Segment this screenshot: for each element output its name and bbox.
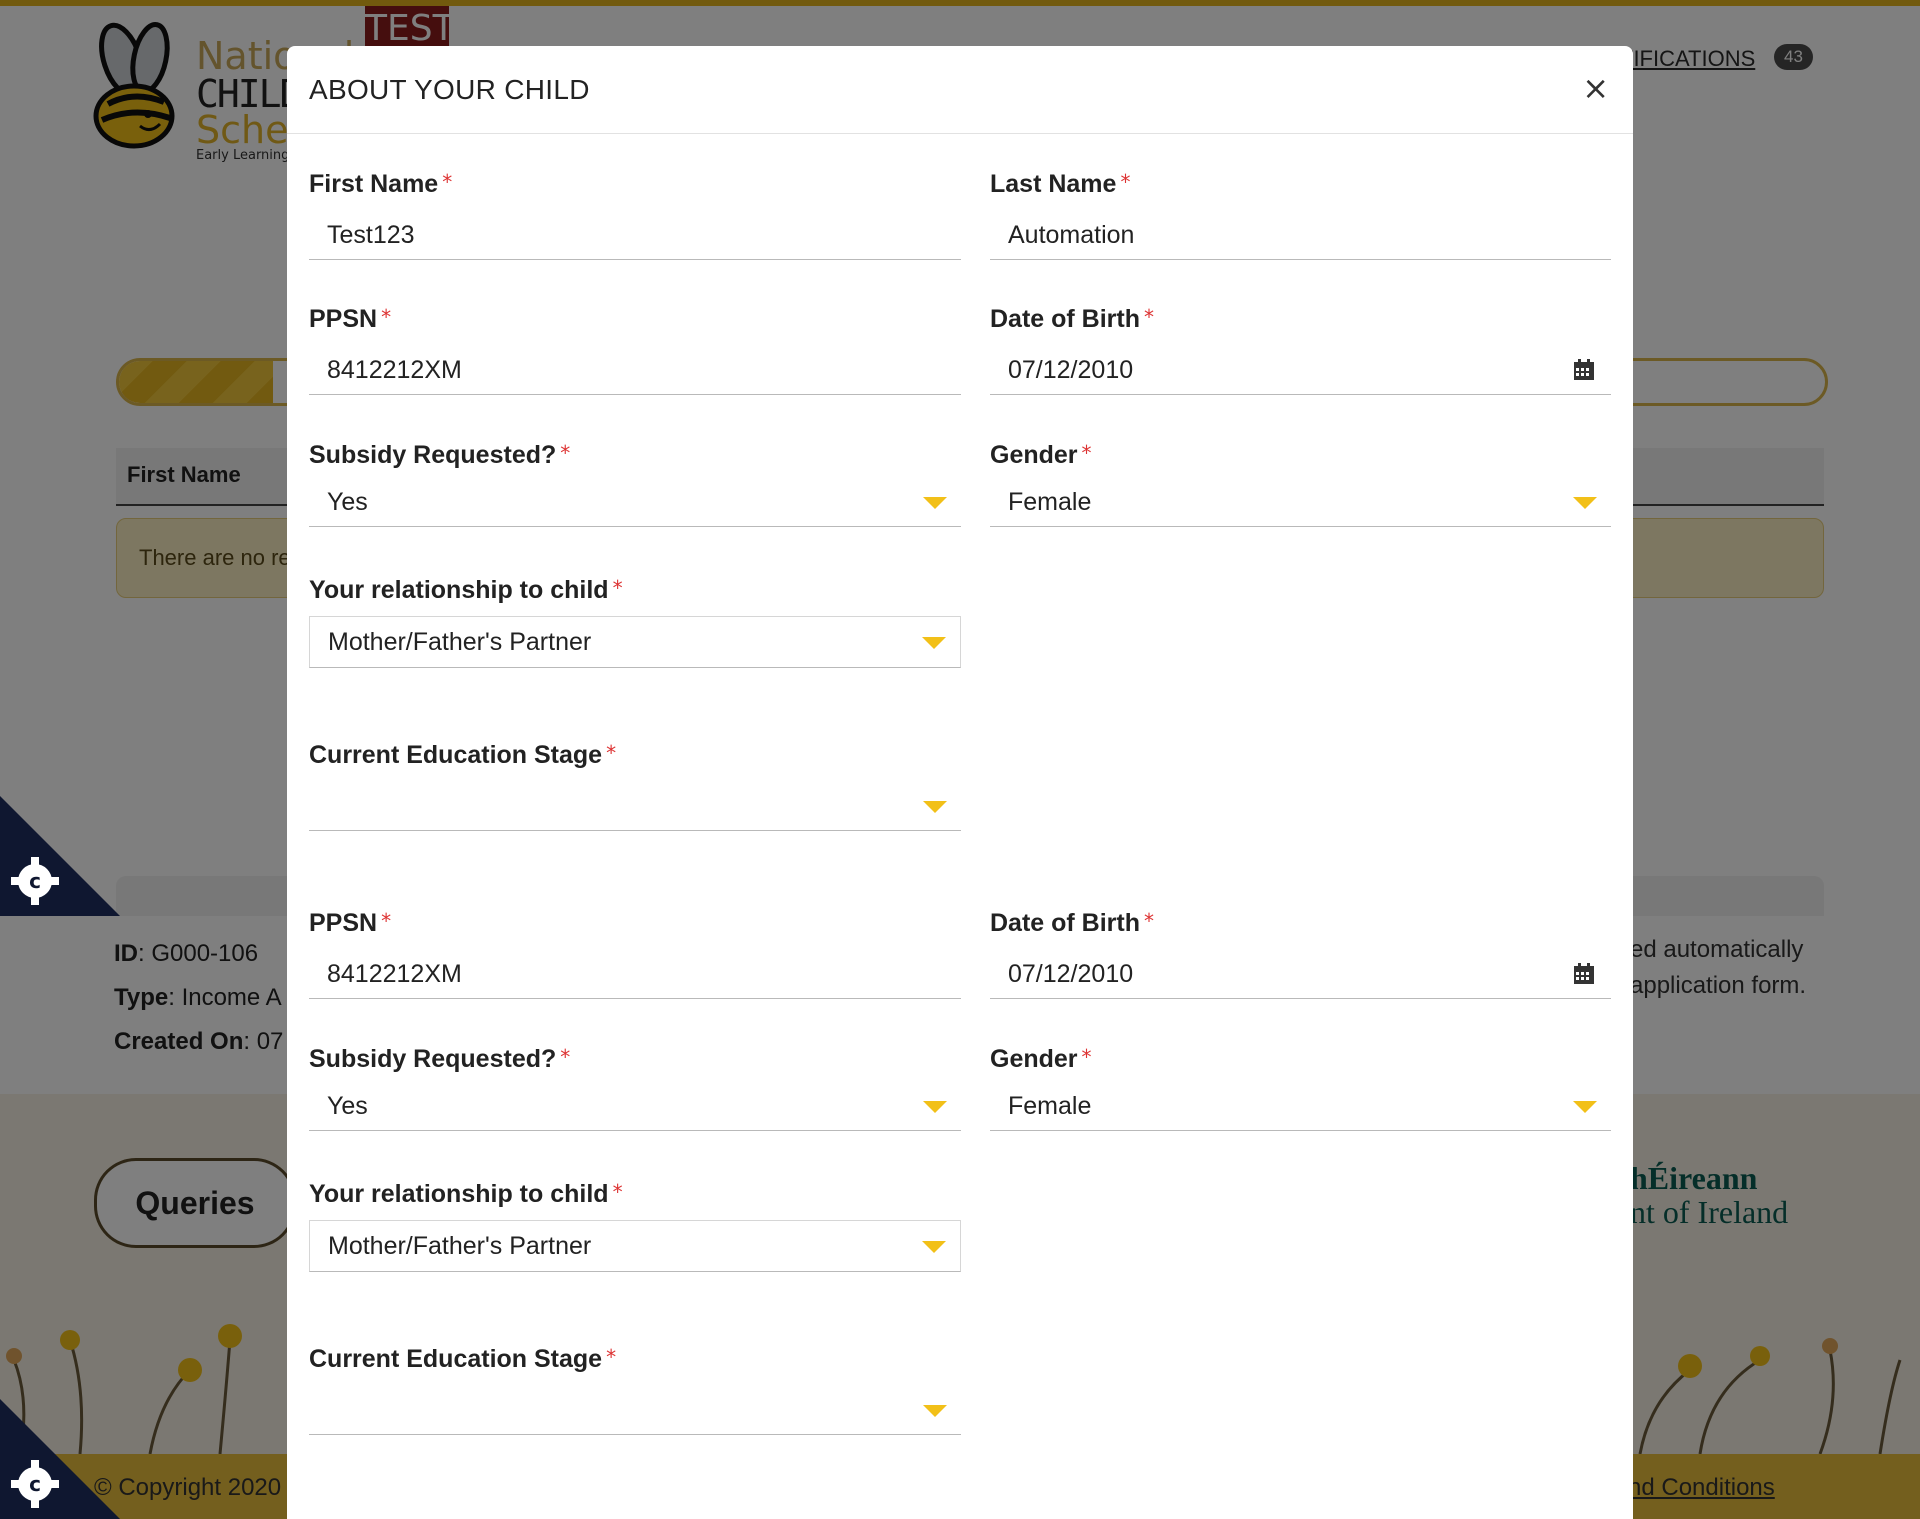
relationship-field: Your relationship to child * Mother/Fathe… xyxy=(309,576,961,668)
chevron-down-icon xyxy=(923,497,947,509)
ppsn-field: PPSN * 8412212XM xyxy=(309,305,961,395)
education-stage-field-2: Current Education Stage * xyxy=(309,1345,961,1435)
calendar-icon[interactable] xyxy=(1573,359,1595,381)
chevron-down-icon xyxy=(923,1101,947,1113)
close-icon[interactable]: × xyxy=(1582,68,1609,108)
ppsn-input-2[interactable]: 8412212XM xyxy=(309,949,961,999)
cookie-settings-button[interactable]: c xyxy=(0,796,120,916)
svg-text:c: c xyxy=(29,1472,41,1496)
date-of-birth-field: Date of Birth * 07/12/2010 xyxy=(990,305,1611,395)
date-of-birth-field-2: Date of Birth * 07/12/2010 xyxy=(990,909,1611,999)
modal-title: ABOUT YOUR CHILD xyxy=(309,74,590,105)
first-name-field: First Name * Test123 xyxy=(309,170,961,260)
relationship-select[interactable]: Mother/Father's Partner xyxy=(309,616,961,668)
chevron-down-icon xyxy=(1573,497,1597,509)
gender-field-2: Gender * Female xyxy=(990,1045,1611,1131)
subsidy-requested-field: Subsidy Requested? * Yes xyxy=(309,441,961,527)
modal-header: ABOUT YOUR CHILD × xyxy=(287,46,1633,134)
gender-select-2[interactable]: Female xyxy=(990,1081,1611,1131)
about-your-child-modal: ABOUT YOUR CHILD × First Name * Test123 L… xyxy=(287,46,1633,1519)
cookie-settings-button-2[interactable]: c xyxy=(0,1399,120,1519)
chevron-down-icon xyxy=(1573,1101,1597,1113)
date-of-birth-input-2[interactable]: 07/12/2010 xyxy=(990,949,1611,999)
chevron-down-icon xyxy=(922,1241,946,1253)
svg-text:c: c xyxy=(29,869,41,893)
last-name-input[interactable]: Automation xyxy=(990,210,1611,260)
chevron-down-icon xyxy=(923,1405,947,1417)
ppsn-input[interactable]: 8412212XM xyxy=(309,345,961,395)
subsidy-requested-select[interactable]: Yes xyxy=(309,477,961,527)
subsidy-requested-field-2: Subsidy Requested? * Yes xyxy=(309,1045,961,1131)
education-stage-field: Current Education Stage * xyxy=(309,741,961,831)
chevron-down-icon xyxy=(922,637,946,649)
education-stage-select-2[interactable] xyxy=(309,1385,961,1435)
first-name-input[interactable]: Test123 xyxy=(309,210,961,260)
subsidy-requested-select-2[interactable]: Yes xyxy=(309,1081,961,1131)
education-stage-select[interactable] xyxy=(309,781,961,831)
chevron-down-icon xyxy=(923,801,947,813)
gender-select[interactable]: Female xyxy=(990,477,1611,527)
gender-field: Gender * Female xyxy=(990,441,1611,527)
relationship-field-2: Your relationship to child * Mother/Fathe… xyxy=(309,1180,961,1272)
date-of-birth-input[interactable]: 07/12/2010 xyxy=(990,345,1611,395)
last-name-field: Last Name * Automation xyxy=(990,170,1611,260)
calendar-icon[interactable] xyxy=(1573,963,1595,985)
ppsn-field-2: PPSN * 8412212XM xyxy=(309,909,961,999)
relationship-select-2[interactable]: Mother/Father's Partner xyxy=(309,1220,961,1272)
